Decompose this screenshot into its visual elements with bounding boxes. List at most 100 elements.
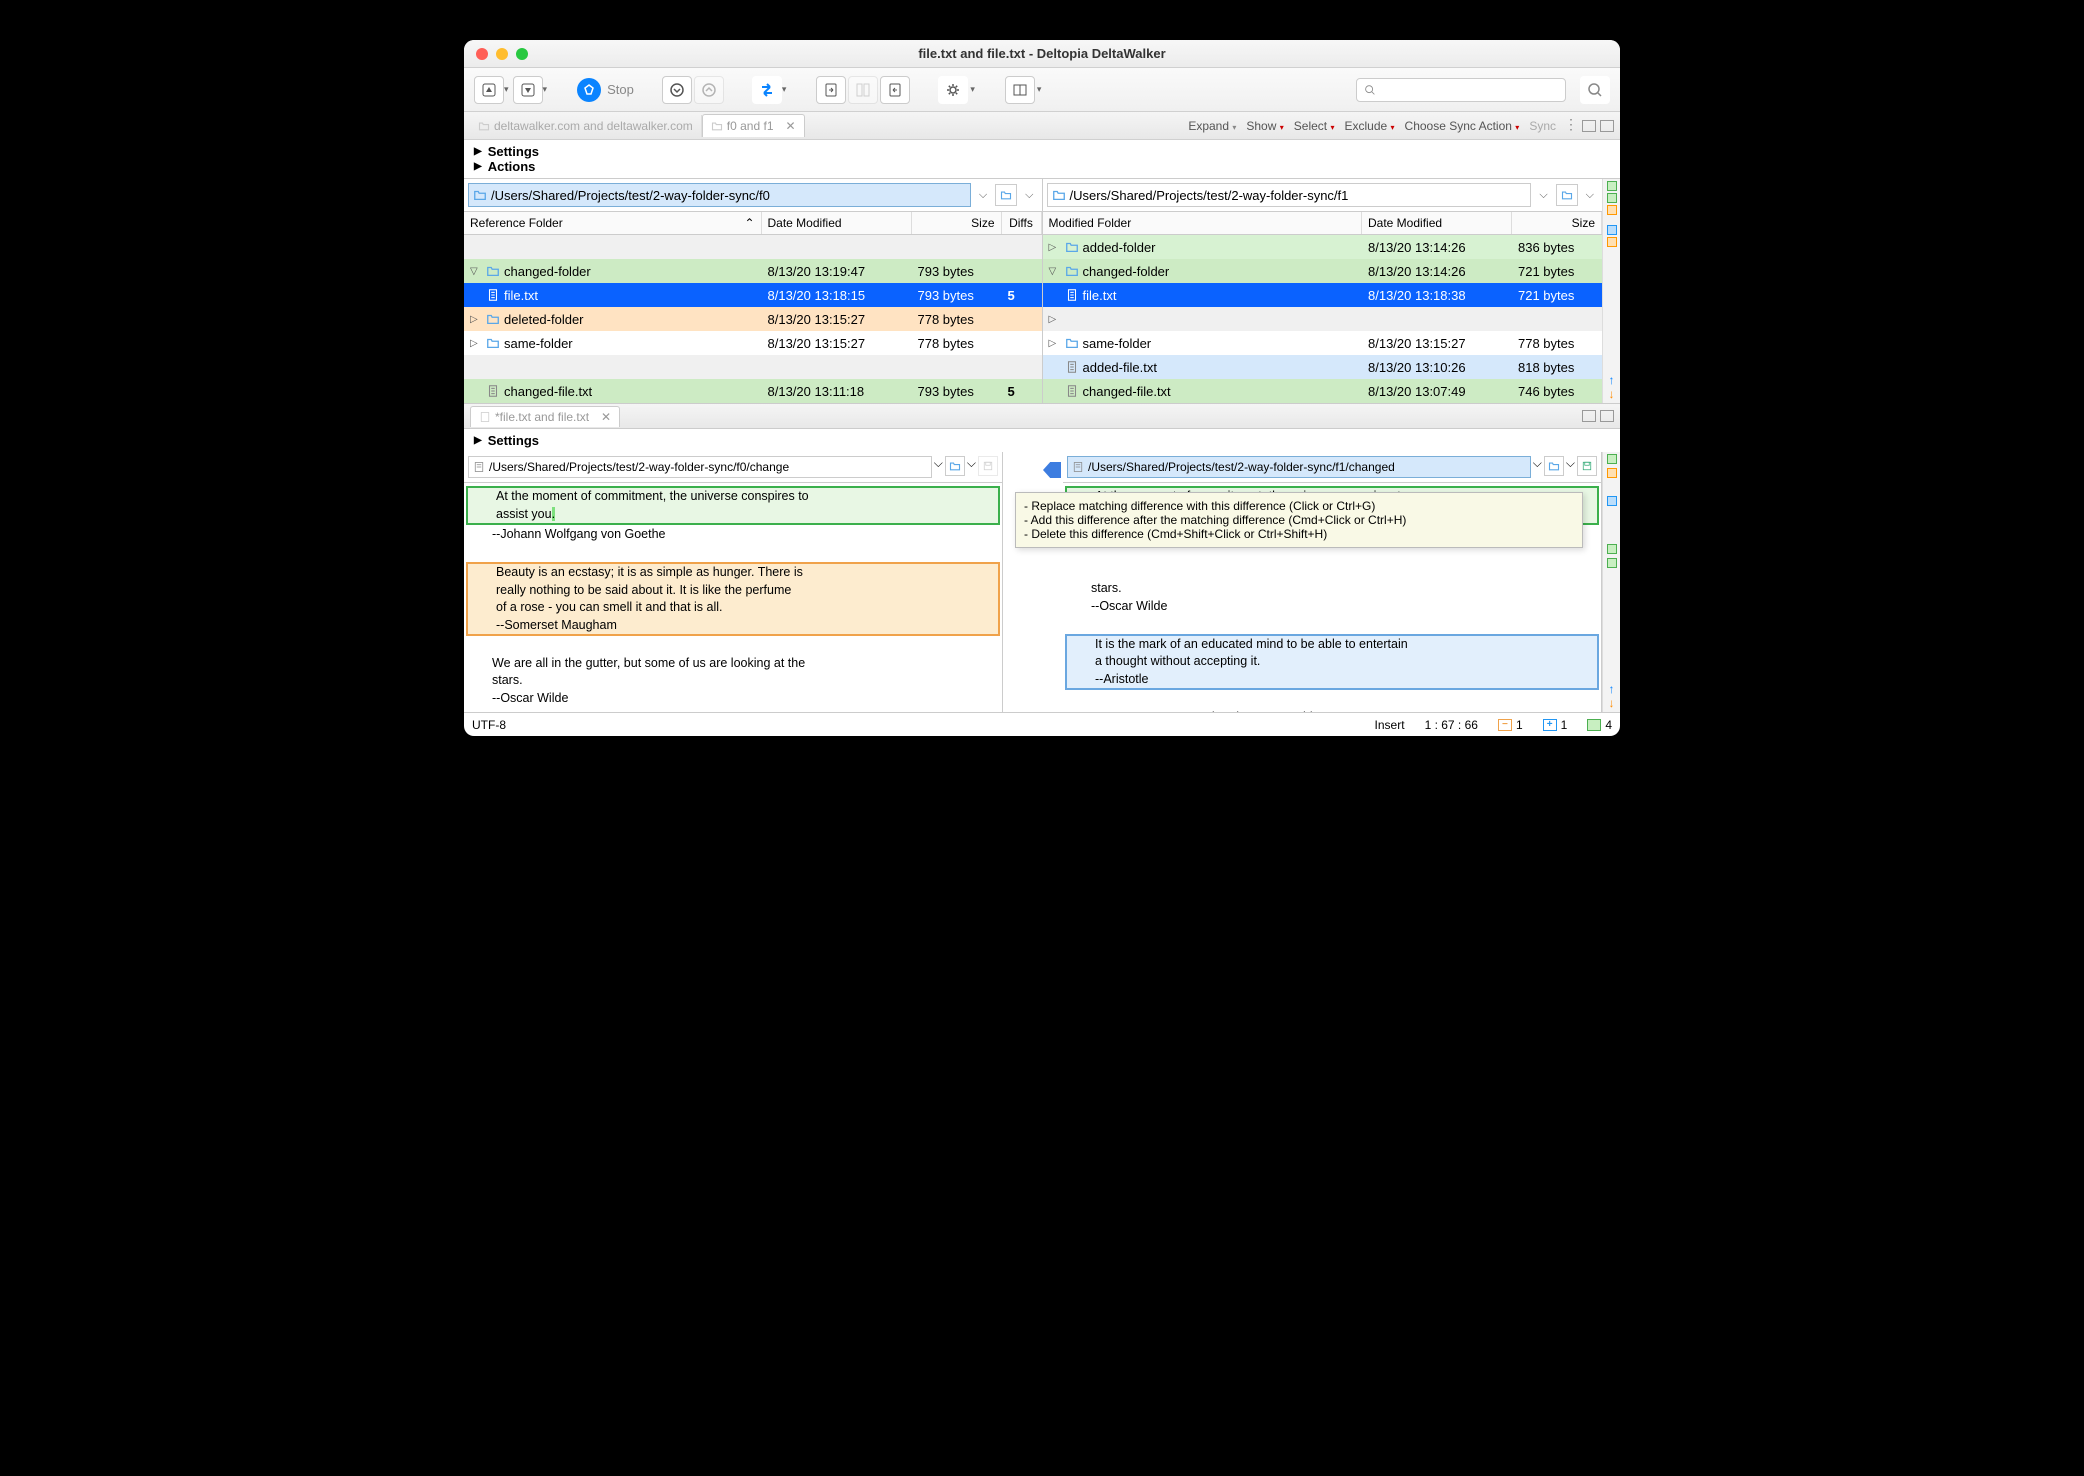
table-row[interactable]: file.txt8/13/20 13:18:38721 bytes [1043, 283, 1603, 307]
chevron-down-icon[interactable]: ⌵ [1535, 189, 1551, 202]
left-text[interactable]: At the moment of commitment, the univers… [464, 483, 1002, 712]
chevron-down-icon[interactable]: ⌵ [934, 456, 943, 478]
col-date[interactable]: Date Modified [762, 212, 912, 234]
chevron-down-icon[interactable]: ⌵ [1021, 189, 1037, 202]
actions-toggle[interactable]: ▶Actions [474, 159, 1610, 174]
left-file-path[interactable]: /Users/Shared/Projects/test/2-way-folder… [468, 456, 932, 478]
stat-changed: 4 [1587, 718, 1612, 732]
chevron-down-icon[interactable]: ▾ [1037, 84, 1042, 95]
table-row[interactable]: changed-file.txt8/13/20 13:07:49746 byte… [1043, 379, 1603, 403]
merge-left-icon[interactable] [1043, 462, 1061, 478]
table-row[interactable]: file.txt8/13/20 13:18:15793 bytes5 [464, 283, 1042, 307]
stat-added: +1 [1543, 718, 1568, 732]
tab-folder-compare[interactable]: deltawalker.com and deltawalker.com [470, 115, 702, 137]
table-row[interactable]: ▽changed-folder8/13/20 13:19:47793 bytes [464, 259, 1042, 283]
next-diff-button[interactable] [662, 76, 692, 104]
table-row[interactable]: changed-file.txt8/13/20 13:11:18793 byte… [464, 379, 1042, 403]
choose-sync-menu[interactable]: Choose Sync Action ▾ [1405, 119, 1520, 133]
window-title: file.txt and file.txt - Deltopia DeltaWa… [464, 46, 1620, 61]
col-diffs[interactable]: Diffs [1002, 212, 1042, 234]
minimize-panel-icon[interactable] [1582, 120, 1596, 132]
close-icon[interactable]: ✕ [786, 119, 796, 133]
browse-folder-button[interactable] [995, 184, 1017, 206]
table-row[interactable]: ▷same-folder8/13/20 13:15:27778 bytes [1043, 331, 1603, 355]
triangle-down-button[interactable] [513, 76, 543, 104]
chevron-down-icon[interactable]: ▾ [543, 84, 548, 95]
search-icon [1363, 83, 1377, 97]
table-row[interactable]: ▽changed-folder8/13/20 13:14:26721 bytes [1043, 259, 1603, 283]
right-file-path[interactable]: /Users/Shared/Projects/test/2-way-folder… [1067, 456, 1531, 478]
chevron-down-icon[interactable]: ⌵ [967, 456, 976, 478]
bottom-tabstrip: *file.txt and file.txt ✕ [464, 403, 1620, 429]
chevron-down-icon[interactable]: ▾ [970, 84, 975, 95]
prev-diff-button[interactable] [694, 76, 724, 104]
col-name[interactable]: Reference Folder ⌃ [464, 212, 762, 234]
left-path-input[interactable]: /Users/Shared/Projects/test/2-way-folder… [468, 183, 971, 207]
maximize-panel-icon[interactable] [1600, 120, 1614, 132]
chevron-down-icon[interactable]: ▾ [504, 84, 509, 95]
col-name[interactable]: Modified Folder [1043, 212, 1363, 234]
view-icon-1[interactable]: ⋮ [1564, 120, 1578, 132]
col-size[interactable]: Size [912, 212, 1002, 234]
show-menu[interactable]: Show ▾ [1246, 119, 1283, 133]
browse-button[interactable] [1544, 456, 1564, 476]
chevron-down-icon[interactable]: ⌵ [1582, 189, 1598, 202]
browse-button[interactable] [945, 456, 965, 476]
app-window: file.txt and file.txt - Deltopia DeltaWa… [464, 40, 1620, 736]
sync-menu[interactable]: Sync [1529, 119, 1556, 133]
table-row[interactable] [464, 355, 1042, 379]
merge-gutter: - Replace matching difference with this … [1003, 452, 1063, 712]
outline: ▶Settings ▶Actions [464, 140, 1620, 178]
copy-both-button[interactable] [848, 76, 878, 104]
minimize-panel-icon[interactable] [1582, 410, 1596, 422]
tab-strip: deltawalker.com and deltawalker.com f0 a… [464, 112, 1620, 140]
browse-folder-button[interactable] [1556, 184, 1578, 206]
right-path-input[interactable]: /Users/Shared/Projects/test/2-way-folder… [1047, 183, 1532, 207]
diff-overview[interactable]: ↑↓ [1602, 179, 1620, 403]
table-row[interactable]: ▷same-folder8/13/20 13:15:27778 bytes [464, 331, 1042, 355]
stop-button[interactable]: Stop [577, 78, 634, 102]
chevron-down-icon[interactable]: ⌵ [1533, 456, 1542, 478]
settings-toggle-2[interactable]: ▶Settings [474, 433, 1610, 448]
table-row[interactable]: ▷added-folder8/13/20 13:14:26836 bytes [1043, 235, 1603, 259]
cursor-position: 1 : 67 : 66 [1425, 718, 1478, 732]
table-row[interactable] [464, 235, 1042, 259]
chevron-down-icon[interactable]: ▾ [782, 84, 787, 95]
table-row[interactable]: ▷ [1043, 307, 1603, 331]
swap-button[interactable] [752, 76, 782, 104]
folder-split: /Users/Shared/Projects/test/2-way-folder… [464, 178, 1620, 403]
tab-f0-f1[interactable]: f0 and f1 ✕ [702, 114, 805, 137]
copy-left-button[interactable] [880, 76, 910, 104]
maximize-panel-icon[interactable] [1600, 410, 1614, 422]
gear-icon[interactable] [938, 76, 968, 104]
search-input[interactable] [1356, 78, 1566, 102]
col-date[interactable]: Date Modified [1362, 212, 1512, 234]
search-button[interactable] [1580, 76, 1610, 104]
col-size[interactable]: Size [1512, 212, 1602, 234]
right-columns: Modified Folder Date Modified Size [1043, 212, 1603, 235]
save-button[interactable] [1577, 456, 1597, 476]
triangle-up-button[interactable] [474, 76, 504, 104]
text-split: /Users/Shared/Projects/test/2-way-folder… [464, 452, 1620, 712]
left-tree: ▽changed-folder8/13/20 13:19:47793 bytes… [464, 235, 1042, 403]
tooltip: - Replace matching difference with this … [1015, 492, 1583, 548]
toolbar: ▾ ▾ Stop ▾ ▾ ▾ [464, 68, 1620, 112]
settings-toggle[interactable]: ▶Settings [474, 144, 1610, 159]
text-diff-overview[interactable]: ↑↓ [1602, 452, 1620, 712]
table-row[interactable]: ▷deleted-folder8/13/20 13:15:27778 bytes [464, 307, 1042, 331]
stat-deleted: −1 [1498, 718, 1523, 732]
encoding: UTF-8 [472, 718, 506, 732]
exclude-menu[interactable]: Exclude ▾ [1344, 119, 1394, 133]
expand-menu[interactable]: Expand ▾ [1188, 119, 1236, 133]
copy-right-button[interactable] [816, 76, 846, 104]
tab-file-compare[interactable]: *file.txt and file.txt ✕ [470, 406, 620, 427]
right-tree: ▷added-folder8/13/20 13:14:26836 bytes▽c… [1043, 235, 1603, 403]
chevron-down-icon[interactable]: ⌵ [975, 189, 991, 202]
titlebar: file.txt and file.txt - Deltopia DeltaWa… [464, 40, 1620, 68]
select-menu[interactable]: Select ▾ [1294, 119, 1335, 133]
save-button[interactable] [978, 456, 998, 476]
layout-button[interactable] [1005, 76, 1035, 104]
table-row[interactable]: added-file.txt8/13/20 13:10:26818 bytes [1043, 355, 1603, 379]
chevron-down-icon[interactable]: ⌵ [1566, 456, 1575, 478]
close-icon[interactable]: ✕ [601, 410, 611, 424]
